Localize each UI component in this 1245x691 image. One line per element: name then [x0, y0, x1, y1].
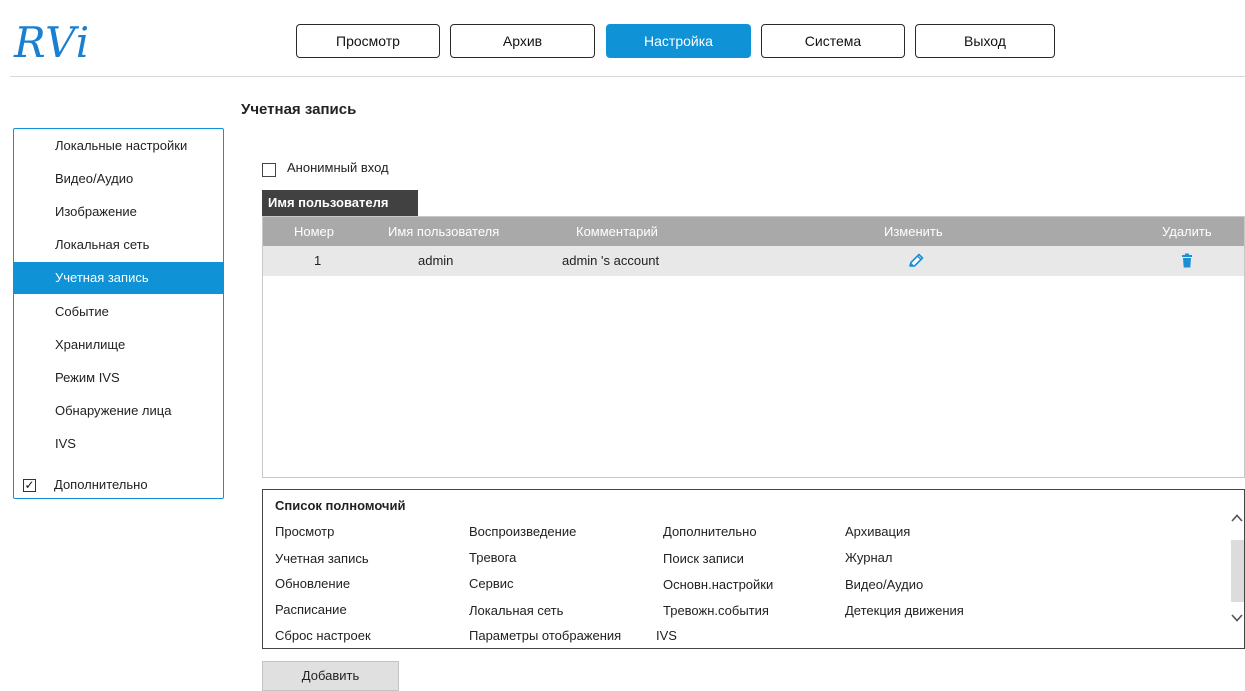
users-table: Номер Имя пользователя Комментарий Измен… — [262, 216, 1245, 478]
nav-archive-button[interactable]: Архив — [450, 24, 595, 58]
perm-item: IVS — [656, 628, 677, 643]
nav-exit-button[interactable]: Выход — [915, 24, 1055, 58]
sidebar-item-storage[interactable]: Хранилище — [14, 329, 223, 361]
perm-item: Архивация — [845, 524, 911, 539]
sidebar-item-face-detection[interactable]: Обнаружение лица — [14, 395, 223, 427]
cell-number: 1 — [314, 253, 322, 268]
table-header: Номер Имя пользователя Комментарий Измен… — [263, 217, 1244, 246]
perm-item: Видео/Аудио — [845, 577, 924, 592]
scroll-thumb[interactable] — [1231, 540, 1244, 602]
header-number: Номер — [294, 224, 335, 239]
header-edit: Изменить — [884, 224, 943, 239]
sidebar-item-image[interactable]: Изображение — [14, 196, 223, 228]
perm-item: Воспроизведение — [469, 524, 577, 539]
permissions-scrollbar[interactable] — [1228, 514, 1244, 638]
nav-system-button[interactable]: Система — [761, 24, 905, 58]
table-row[interactable]: 1 admin admin 's account — [263, 246, 1244, 276]
header-delete: Удалить — [1162, 224, 1212, 239]
cell-comment: admin 's account — [562, 253, 660, 268]
perm-item: Расписание — [275, 602, 347, 617]
perm-item: Детекция движения — [845, 603, 964, 618]
header-divider — [10, 76, 1245, 77]
sidebar-item-ivs-mode[interactable]: Режим IVS — [14, 362, 223, 394]
trash-icon[interactable] — [1178, 252, 1196, 270]
settings-sidebar: Локальные настройки Видео/Аудио Изображе… — [13, 128, 224, 499]
sidebar-item-ivs[interactable]: IVS — [14, 428, 223, 460]
perm-item: Основн.настройки — [663, 577, 774, 592]
advanced-checkbox[interactable]: ✓ — [23, 479, 36, 492]
nav-view-button[interactable]: Просмотр — [296, 24, 440, 58]
perm-item: Тревога — [469, 550, 517, 565]
perm-item: Учетная запись — [275, 551, 369, 566]
anonymous-login-checkbox[interactable] — [262, 163, 276, 177]
permissions-list: Список полномочий Просмотр Учетная запис… — [262, 489, 1245, 649]
header-username: Имя пользователя — [388, 224, 500, 239]
page-title: Учетная запись — [241, 101, 357, 118]
sidebar-item-network[interactable]: Локальная сеть — [14, 229, 223, 261]
sidebar-item-local-settings[interactable]: Локальные настройки — [14, 130, 223, 162]
sidebar-item-video-audio[interactable]: Видео/Аудио — [14, 163, 223, 195]
permissions-title: Список полномочий — [275, 498, 406, 513]
nav-settings-button[interactable]: Настройка — [606, 24, 751, 58]
rvi-logo: RVi — [14, 18, 91, 67]
perm-item: Поиск записи — [663, 551, 744, 566]
perm-item: Тревожн.события — [663, 603, 769, 618]
anonymous-login-label: Анонимный вход — [287, 160, 389, 175]
perm-item: Просмотр — [275, 524, 335, 539]
sidebar-item-event[interactable]: Событие — [14, 296, 223, 328]
perm-item: Локальная сеть — [469, 603, 564, 618]
perm-item: Обновление — [275, 576, 351, 591]
perm-item: Параметры отображения — [469, 628, 622, 643]
tab-username[interactable]: Имя пользователя — [262, 190, 418, 216]
sidebar-item-account[interactable]: Учетная запись — [14, 262, 223, 294]
perm-item: Дополнительно — [663, 524, 757, 539]
header-comment: Комментарий — [576, 224, 658, 239]
perm-item: Сервис — [469, 576, 514, 591]
chevron-up-icon[interactable] — [1230, 512, 1244, 524]
perm-item: Журнал — [845, 550, 893, 565]
pencil-icon[interactable] — [907, 252, 925, 270]
cell-username: admin — [418, 253, 454, 268]
advanced-label: Дополнительно — [54, 477, 148, 492]
perm-item: Сброс настроек — [275, 628, 371, 643]
chevron-down-icon[interactable] — [1230, 612, 1244, 624]
